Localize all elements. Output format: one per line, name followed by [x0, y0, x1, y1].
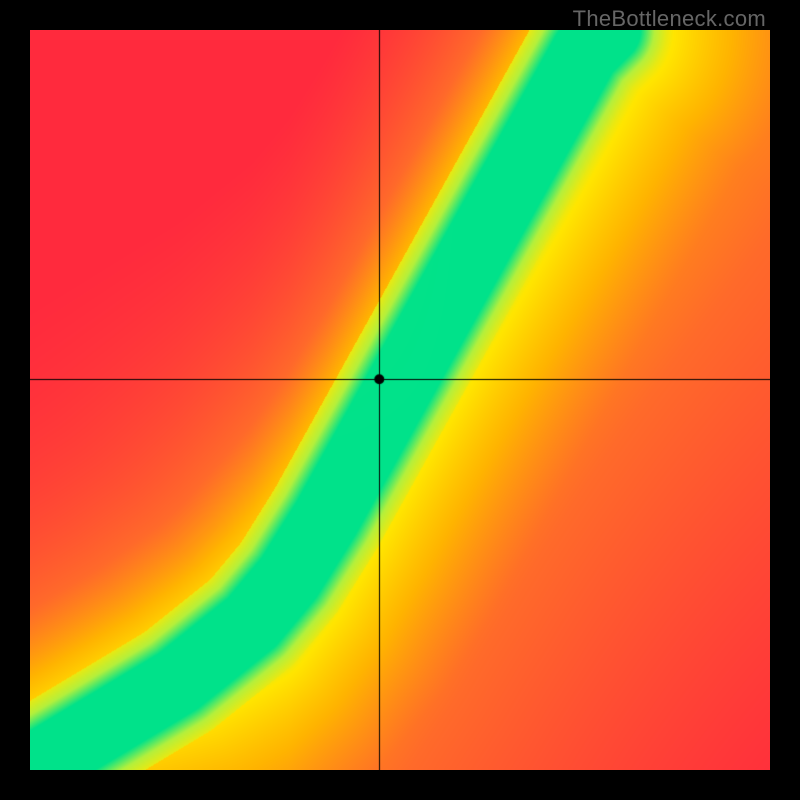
- plot-area: [30, 30, 770, 770]
- watermark-text: TheBottleneck.com: [573, 6, 766, 32]
- bottleneck-heatmap: [30, 30, 770, 770]
- chart-frame: TheBottleneck.com: [0, 0, 800, 800]
